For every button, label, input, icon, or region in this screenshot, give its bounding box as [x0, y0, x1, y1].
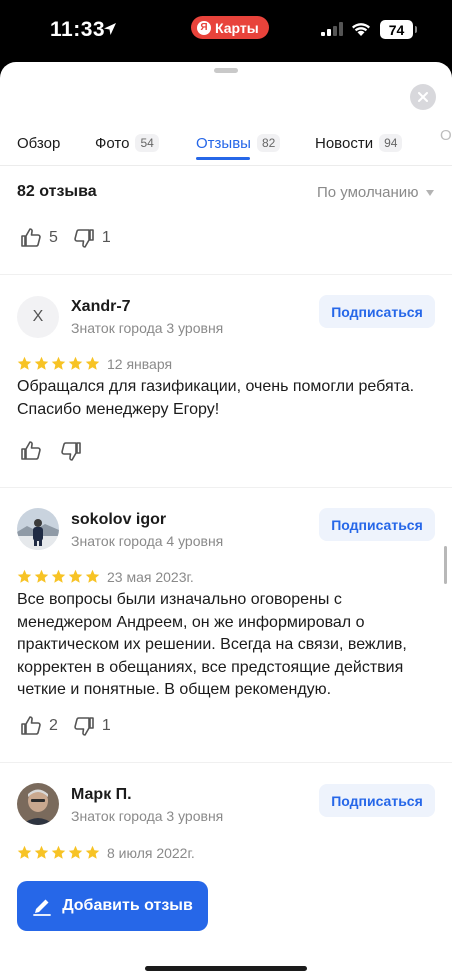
thumbs-up-icon[interactable]: [19, 226, 43, 250]
tab-label: Обзор: [17, 134, 61, 152]
divider: [0, 762, 452, 763]
review-votes: 5 1: [19, 226, 125, 250]
rating-stars: [17, 356, 100, 371]
star-icon: [51, 845, 66, 859]
dislikes-count: 1: [101, 229, 111, 246]
user-photo-icon: [17, 783, 59, 825]
star-icon: [68, 569, 83, 583]
star-icon: [68, 845, 83, 859]
review-author[interactable]: Xandr-7: [71, 298, 131, 316]
likes-count: 2: [49, 717, 58, 734]
pencil-icon: [33, 899, 52, 916]
scrollbar[interactable]: [444, 546, 447, 584]
review-votes: [19, 439, 103, 463]
subscribe-button[interactable]: Подписаться: [319, 295, 435, 328]
divider: [0, 487, 452, 488]
tab-label: Фото: [95, 134, 130, 152]
sort-dropdown[interactable]: По умолчанию: [317, 184, 435, 201]
star-icon: [68, 356, 83, 370]
status-bar: 11:33 Я Карты 74: [0, 0, 452, 62]
tab-partial[interactable]: О: [440, 127, 452, 144]
likes-count: 5: [49, 229, 58, 246]
review-date: 8 июля 2022г.: [107, 845, 195, 861]
tab-label: Отзывы: [196, 134, 251, 152]
review-date: 23 мая 2023г.: [107, 569, 194, 585]
star-icon: [85, 845, 100, 859]
avatar[interactable]: [17, 508, 59, 550]
star-icon: [17, 845, 32, 859]
thumbs-up-icon[interactable]: [19, 439, 43, 463]
avatar[interactable]: X: [17, 296, 59, 338]
rating-stars: [17, 845, 100, 860]
tab-reviews[interactable]: Отзывы 82: [196, 127, 281, 159]
star-icon: [85, 569, 100, 583]
app-pill[interactable]: Я Карты: [191, 16, 269, 39]
app-pill-label: Карты: [215, 19, 259, 36]
author-level: Знаток города 4 уровня: [71, 533, 224, 549]
review-text: Все вопросы были изначально оговорены с …: [17, 591, 407, 698]
wifi-icon: [352, 23, 370, 36]
review-text: Обращался для газификации, очень помогли…: [17, 378, 415, 418]
avatar[interactable]: [17, 783, 59, 825]
add-review-label: Добавить отзыв: [62, 897, 193, 914]
tab-photo[interactable]: Фото 54: [95, 127, 159, 159]
add-review-button[interactable]: Добавить отзыв: [17, 881, 208, 931]
divider: [0, 274, 452, 275]
user-photo-icon: [17, 508, 59, 550]
active-tab-underline: [196, 157, 250, 160]
tab-label: Новости: [315, 134, 374, 152]
author-level: Знаток города 3 уровня: [71, 808, 224, 824]
thumbs-down-icon[interactable]: [72, 714, 96, 738]
star-icon: [17, 569, 32, 583]
rating-stars: [17, 569, 100, 584]
home-indicator: [145, 966, 307, 971]
thumbs-down-icon[interactable]: [59, 439, 83, 463]
sheet-grabber[interactable]: [214, 68, 238, 73]
star-icon: [51, 569, 66, 583]
star-icon: [51, 356, 66, 370]
cellular-signal-icon: [321, 22, 343, 36]
location-arrow-icon: [104, 23, 116, 35]
status-time: 11:33: [50, 18, 106, 41]
subscribe-button[interactable]: Подписаться: [319, 784, 435, 817]
review-author[interactable]: Марк П.: [71, 786, 132, 804]
yandex-logo-icon: Я: [197, 20, 211, 35]
review-author[interactable]: sokolov igor: [71, 511, 166, 529]
author-level: Знаток города 3 уровня: [71, 320, 224, 336]
tab-count: 54: [135, 134, 159, 152]
battery-indicator: 74: [380, 20, 417, 39]
star-icon: [34, 845, 49, 859]
sort-label: По умолчанию: [317, 184, 419, 201]
star-icon: [17, 356, 32, 370]
reviews-sheet: Обзор Фото 54 Отзывы 82 Новости 94 О 82 …: [0, 62, 452, 978]
review-date: 12 января: [107, 356, 173, 372]
subscribe-button[interactable]: Подписаться: [319, 508, 435, 541]
thumbs-up-icon[interactable]: [19, 714, 43, 738]
star-icon: [34, 356, 49, 370]
star-icon: [85, 356, 100, 370]
reviews-count: 82 отзыва: [17, 183, 97, 200]
star-icon: [34, 569, 49, 583]
chevron-down-icon: [426, 189, 435, 196]
thumbs-down-icon[interactable]: [72, 226, 96, 250]
close-button[interactable]: [410, 84, 436, 110]
review-votes: 2 1: [19, 714, 125, 738]
tab-count: 94: [379, 134, 403, 152]
tab-overview[interactable]: Обзор: [17, 127, 60, 159]
tab-count: 82: [256, 134, 281, 152]
tab-news[interactable]: Новости 94: [315, 127, 403, 159]
dislikes-count: 1: [101, 717, 111, 734]
close-icon: [418, 92, 428, 102]
